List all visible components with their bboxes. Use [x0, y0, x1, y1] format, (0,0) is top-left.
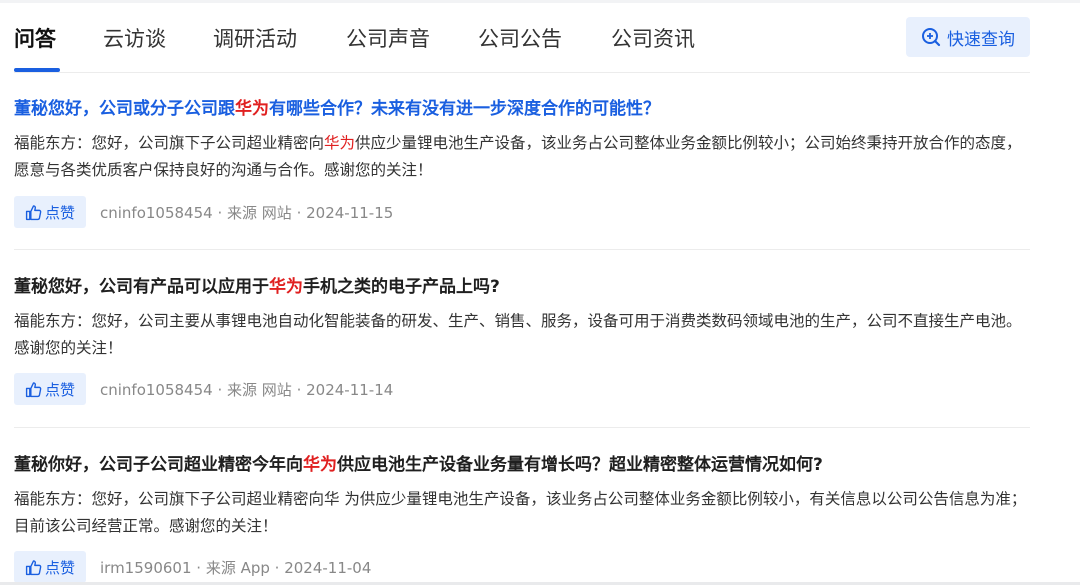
- like-button[interactable]: 点赞: [14, 551, 86, 583]
- thumbs-up-icon: [25, 559, 42, 575]
- answer-text: 福能东方：您好，公司旗下子公司超业精密向华为供应少量锂电池生产设备，该业务占公司…: [14, 130, 1030, 184]
- thumbs-up-icon: [25, 204, 42, 220]
- like-button[interactable]: 点赞: [14, 196, 86, 228]
- date: 2024-11-04: [284, 558, 372, 577]
- tab-qa[interactable]: 问答: [14, 24, 56, 54]
- answer-text: 福能东方：您好，公司旗下子公司超业精密向华 为供应少量锂电池生产设备，该业务占公…: [14, 486, 1030, 540]
- answer-text-start: 福能东方：您好，公司旗下子公司超业精密向: [14, 134, 325, 152]
- meta-info: cninfo1058454 · 来源 网站 · 2024-11-14: [100, 380, 394, 399]
- date: 2024-11-14: [306, 380, 394, 399]
- question-text-end: 供应电池生产设备业务量有增长吗？超业精密整体运营情况如何?: [337, 455, 823, 475]
- meta-info: irm1590601 · 来源 App · 2024-11-04: [100, 558, 372, 577]
- meta-row: 点赞 cninfo1058454 · 来源 网站 · 2024-11-15: [14, 196, 393, 228]
- tab-company-announcement[interactable]: 公司公告: [478, 24, 562, 54]
- qa-item: 董秘您好，公司或分子公司跟华为有哪些合作？未来有没有进一步深度合作的可能性？ 福…: [14, 73, 1030, 250]
- answer-text: 福能东方：您好，公司主要从事锂电池自动化智能装备的研发、生产、销售、服务，设备可…: [14, 308, 1030, 362]
- meta-row: 点赞 irm1590601 · 来源 App · 2024-11-04: [14, 551, 371, 583]
- meta-row: 点赞 cninfo1058454 · 来源 网站 · 2024-11-14: [14, 373, 393, 405]
- question-text-end: 有哪些合作？未来有没有进一步深度合作的可能性？: [269, 99, 660, 119]
- like-label: 点赞: [44, 380, 75, 399]
- answer-text-start: 福能东方：您好，公司主要从事锂电池自动化智能装备的研发、生产、销售、服务，设备可…: [14, 312, 1022, 357]
- tab-cloud-interview[interactable]: 云访谈: [103, 24, 166, 54]
- tab-research-activity[interactable]: 调研活动: [213, 24, 297, 54]
- source: 来源 App: [205, 558, 270, 577]
- question-text-start: 董秘你好，公司子公司超业精密今年向: [14, 455, 303, 475]
- question-text-end: 手机之类的电子产品上吗?: [303, 277, 500, 297]
- user-name: cninfo1058454: [100, 203, 213, 222]
- answer-highlight: 华为: [324, 134, 356, 152]
- search-plus-icon: [922, 28, 941, 47]
- question-text[interactable]: 董秘你好，公司子公司超业精密今年向华为供应电池生产设备业务量有增长吗？超业精密整…: [14, 452, 823, 478]
- tab-bar: 问答 云访谈 调研活动 公司声音 公司公告 公司资讯 快速查询: [14, 0, 1030, 73]
- user-name: irm1590601: [100, 558, 192, 577]
- source: 来源 网站: [227, 203, 292, 222]
- question-text-start: 董秘您好，公司或分子公司跟: [14, 99, 235, 119]
- question-highlight: 华为: [235, 99, 269, 119]
- active-tab-indicator: [14, 68, 60, 72]
- tab-company-news[interactable]: 公司资讯: [611, 24, 695, 54]
- date: 2024-11-15: [306, 203, 394, 222]
- quick-query-button[interactable]: 快速查询: [906, 17, 1030, 57]
- qa-item: 董秘你好，公司子公司超业精密今年向华为供应电池生产设备业务量有增长吗？超业精密整…: [14, 428, 1030, 585]
- question-text[interactable]: 董秘您好，公司或分子公司跟华为有哪些合作？未来有没有进一步深度合作的可能性？: [14, 96, 660, 122]
- question-text[interactable]: 董秘您好，公司有产品可以应用于华为手机之类的电子产品上吗?: [14, 274, 500, 300]
- source: 来源 网站: [227, 380, 292, 399]
- meta-info: cninfo1058454 · 来源 网站 · 2024-11-15: [100, 203, 394, 222]
- qa-item: 董秘您好，公司有产品可以应用于华为手机之类的电子产品上吗? 福能东方：您好，公司…: [14, 250, 1030, 428]
- question-highlight: 华为: [269, 277, 303, 297]
- thumbs-up-icon: [25, 381, 42, 397]
- qa-panel: 问答 云访谈 调研活动 公司声音 公司公告 公司资讯 快速查询 董秘您好，公司或…: [14, 0, 1030, 585]
- like-label: 点赞: [44, 203, 75, 222]
- user-name: cninfo1058454: [100, 380, 213, 399]
- question-highlight: 华为: [303, 455, 337, 475]
- answer-text-start: 福能东方：您好，公司旗下子公司超业精密向华 为供应少量锂电池生产设备，该业务占公…: [14, 490, 1027, 535]
- tab-company-voice[interactable]: 公司声音: [346, 24, 430, 54]
- quick-query-label: 快速查询: [947, 29, 1015, 50]
- like-button[interactable]: 点赞: [14, 373, 86, 405]
- like-label: 点赞: [44, 558, 75, 577]
- question-text-start: 董秘您好，公司有产品可以应用于: [14, 277, 269, 297]
